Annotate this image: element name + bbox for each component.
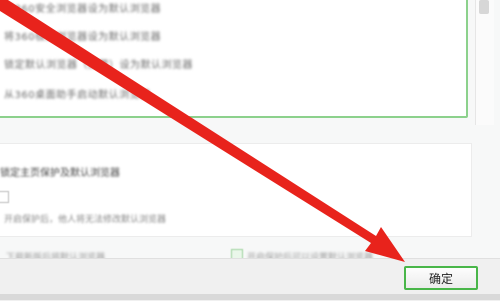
option-line[interactable]: 从360桌面助手启动默认浏览器 bbox=[4, 86, 151, 101]
confirm-button[interactable]: 确定 bbox=[404, 266, 478, 290]
protection-title: 锁定主页保护及默认浏览器 bbox=[0, 168, 120, 179]
option-line[interactable]: 将360极速浏览器设为默认浏览器 bbox=[4, 28, 161, 43]
option-line[interactable]: 将360安全浏览器设为默认浏览器 bbox=[4, 0, 161, 15]
settings-dialog: 将360安全浏览器设为默认浏览器 将360极速浏览器设为默认浏览器 锁定默认浏览… bbox=[0, 0, 500, 301]
protection-description: 开启保护后，他人将无法修改默认浏览器 bbox=[4, 215, 167, 225]
window-bottom-edge bbox=[0, 294, 500, 300]
protection-checkbox[interactable] bbox=[0, 191, 9, 203]
options-scrollbar[interactable] bbox=[475, 0, 494, 125]
options-scrollbar-thumb[interactable] bbox=[479, 0, 489, 14]
option-line[interactable]: 锁定默认浏览器（推荐）设为默认浏览器 bbox=[4, 56, 193, 71]
